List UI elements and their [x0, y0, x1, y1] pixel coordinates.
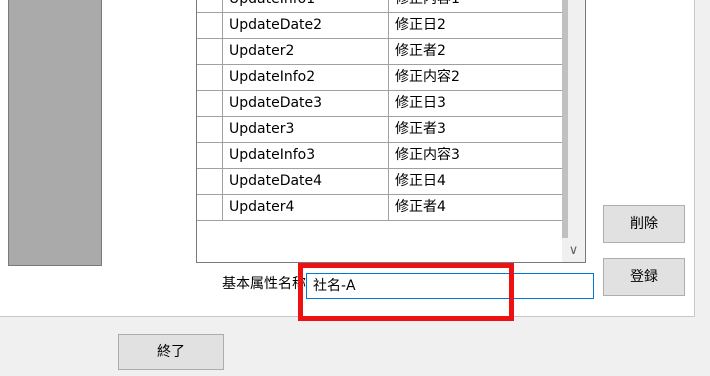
- row-header[interactable]: [197, 65, 223, 90]
- table-row[interactable]: Updater3 修正者3: [197, 117, 562, 143]
- highlight-box: [298, 263, 514, 321]
- name-cell[interactable]: UpdateDate3: [223, 91, 389, 116]
- row-header[interactable]: [197, 39, 223, 64]
- chevron-down-icon[interactable]: ∨: [562, 240, 585, 262]
- attribute-grid[interactable]: UpdateInfo1 修正内容1 UpdateDate2 修正日2 Updat…: [196, 0, 586, 263]
- name-cell[interactable]: UpdateInfo3: [223, 143, 389, 168]
- value-cell[interactable]: 修正内容3: [389, 143, 568, 168]
- attribute-name-label: 基本属性名称: [222, 276, 306, 292]
- table-row[interactable]: Updater2 修正者2: [197, 39, 562, 65]
- exit-button[interactable]: 終了: [118, 334, 224, 370]
- vertical-scrollbar[interactable]: ∨: [562, 0, 585, 262]
- name-cell[interactable]: UpdateInfo2: [223, 65, 389, 90]
- row-header[interactable]: [197, 169, 223, 194]
- value-cell[interactable]: 修正日2: [389, 13, 568, 38]
- table-row[interactable]: UpdateInfo2 修正内容2: [197, 65, 562, 91]
- value-cell[interactable]: 修正者3: [389, 117, 568, 142]
- value-cell[interactable]: 修正内容2: [389, 65, 568, 90]
- table-row[interactable]: Updater4 修正者4: [197, 195, 562, 221]
- name-cell[interactable]: Updater4: [223, 195, 389, 220]
- row-header[interactable]: [197, 195, 223, 220]
- value-cell[interactable]: 修正日4: [389, 169, 568, 194]
- table-row[interactable]: UpdateInfo3 修正内容3: [197, 143, 562, 169]
- value-cell[interactable]: 修正内容1: [389, 0, 568, 12]
- table-row[interactable]: UpdateDate4 修正日4: [197, 169, 562, 195]
- value-cell[interactable]: 修正日3: [389, 91, 568, 116]
- register-button[interactable]: 登録: [603, 258, 685, 296]
- row-header[interactable]: [197, 143, 223, 168]
- scrollbar-thumb[interactable]: [562, 0, 568, 238]
- delete-button[interactable]: 削除: [603, 205, 685, 243]
- name-cell[interactable]: UpdateInfo1: [223, 0, 389, 12]
- name-cell[interactable]: Updater2: [223, 39, 389, 64]
- row-header[interactable]: [197, 117, 223, 142]
- value-cell[interactable]: 修正者4: [389, 195, 568, 220]
- value-cell[interactable]: 修正者2: [389, 39, 568, 64]
- row-header[interactable]: [197, 13, 223, 38]
- table-row[interactable]: UpdateInfo1 修正内容1: [197, 0, 562, 13]
- name-cell[interactable]: UpdateDate4: [223, 169, 389, 194]
- table-row[interactable]: UpdateDate3 修正日3: [197, 91, 562, 117]
- row-header[interactable]: [197, 91, 223, 116]
- main-panel: UpdateInfo1 修正内容1 UpdateDate2 修正日2 Updat…: [0, 0, 695, 321]
- table-row[interactable]: UpdateDate2 修正日2: [197, 13, 562, 39]
- left-gray-panel: [8, 0, 102, 266]
- name-cell[interactable]: UpdateDate2: [223, 13, 389, 38]
- name-cell[interactable]: Updater3: [223, 117, 389, 142]
- row-header[interactable]: [197, 0, 223, 12]
